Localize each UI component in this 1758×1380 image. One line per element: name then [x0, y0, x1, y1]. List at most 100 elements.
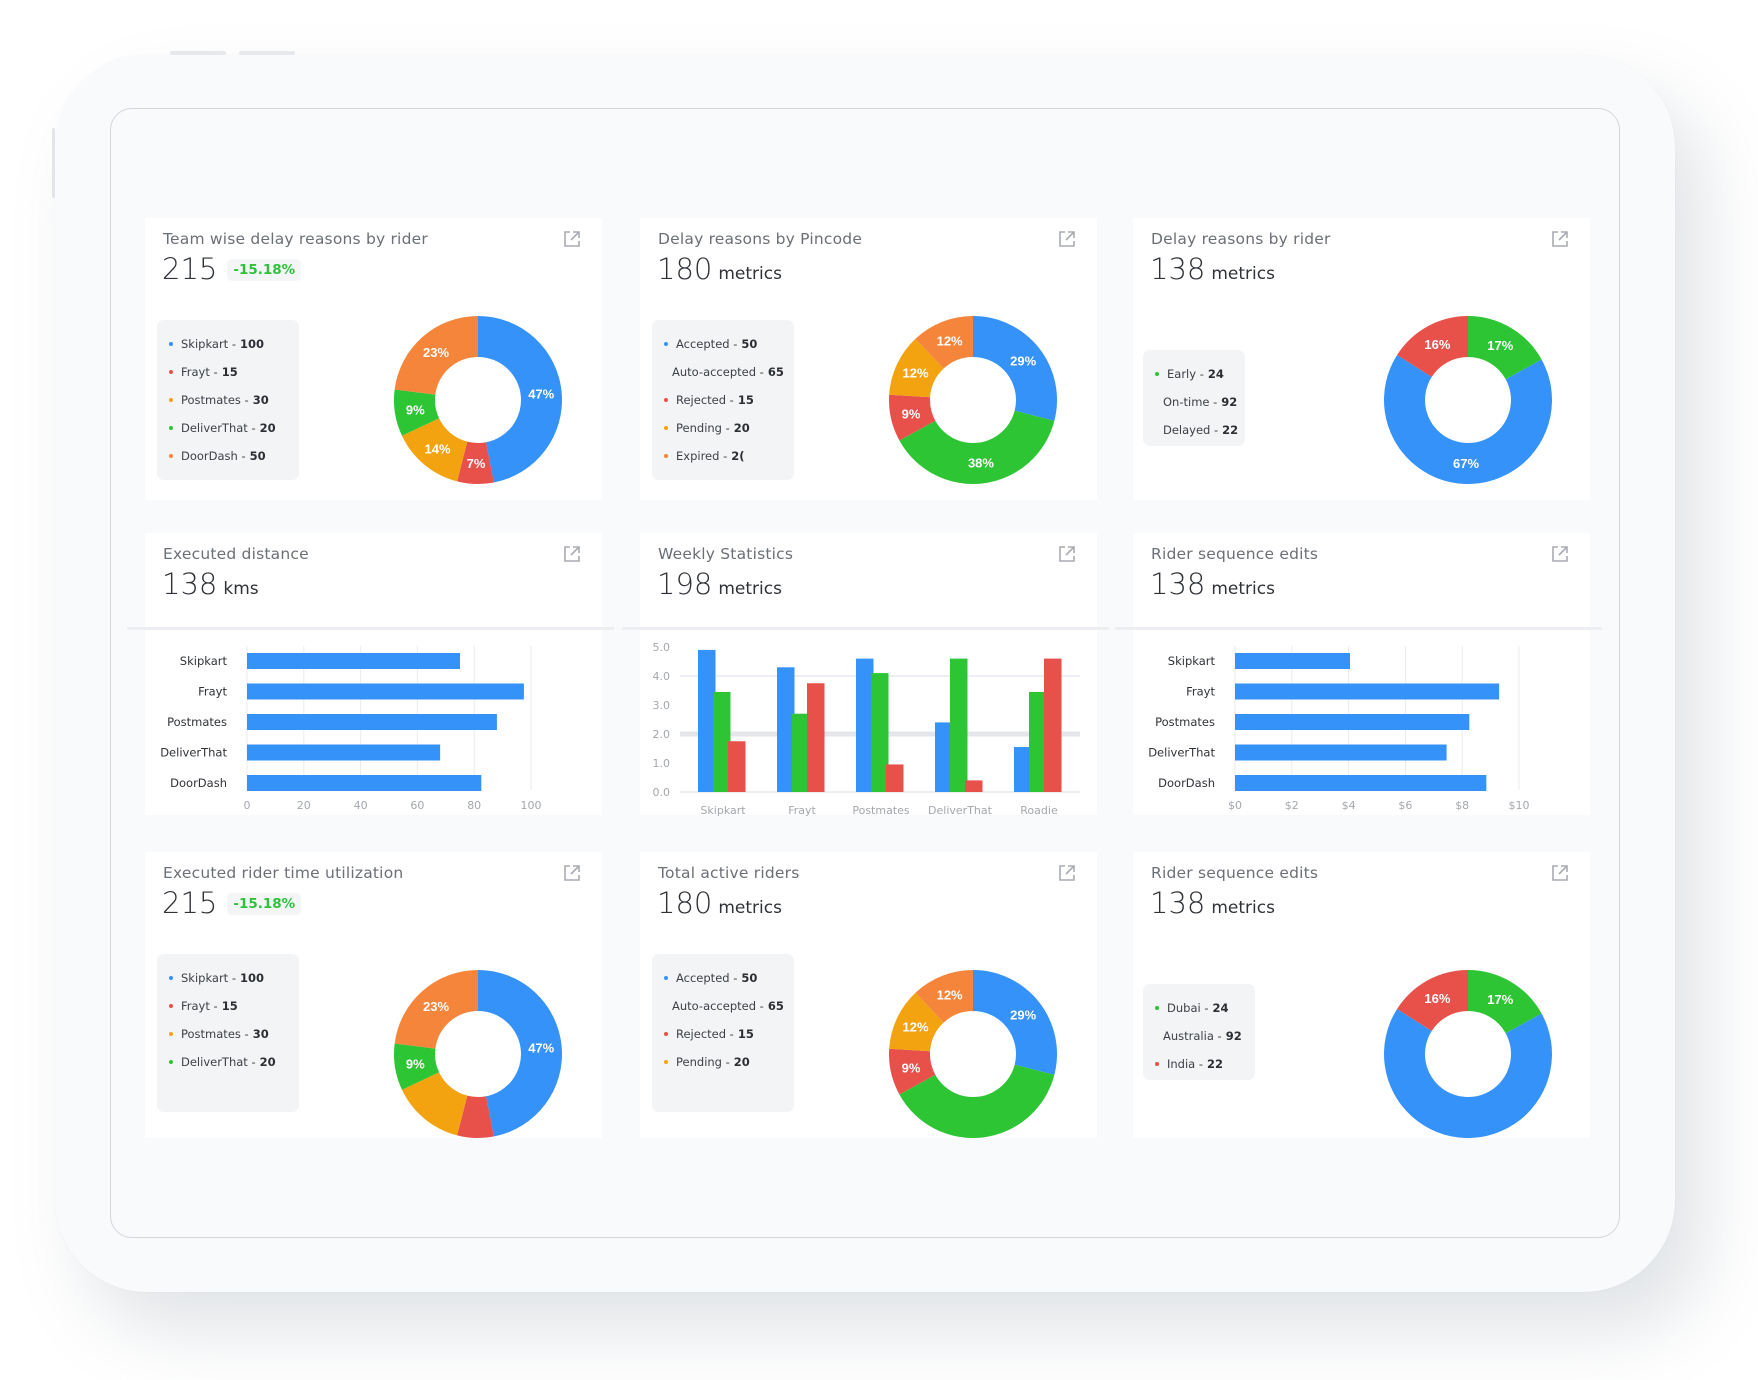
y-category-label: Skipkart: [180, 654, 228, 668]
metric-value: 138: [162, 567, 218, 601]
slice-percent-label: 17%: [1487, 992, 1513, 1007]
legend-dot-icon: [664, 426, 668, 430]
legend-label: Expired -: [676, 449, 728, 463]
power-button: [52, 128, 55, 198]
legend-dot-icon: [664, 398, 668, 402]
legend-value: 100: [240, 971, 265, 985]
legend-item: India - 22: [1155, 1050, 1241, 1078]
slice-percent-label: 29%: [1010, 1008, 1036, 1023]
external-link-icon[interactable]: [562, 229, 582, 249]
legend-item: Rejected - 15: [664, 386, 780, 414]
legend-value: 15: [737, 1027, 754, 1041]
card-title: Team wise delay reasons by rider: [163, 230, 428, 248]
legend-value: 20: [733, 421, 750, 435]
bar-skipkart-series-3: [728, 741, 746, 792]
legend-dot-icon: [169, 370, 173, 374]
card-title: Executed distance: [163, 545, 309, 563]
legend-label: DoorDash -: [181, 449, 246, 463]
card-metric: 138 metrics: [1150, 567, 1275, 601]
bar-deliverthat-series-1: [935, 722, 953, 792]
legend-value: 22: [1222, 423, 1239, 437]
metric-unit: metrics: [718, 579, 782, 599]
card-title: Delay reasons by rider: [1151, 230, 1331, 248]
legend-item: Accepted - 50: [664, 330, 780, 358]
legend-dot-icon: [169, 342, 173, 346]
legend-value: 92: [1225, 1029, 1242, 1043]
legend-item: Pending - 20: [664, 414, 780, 442]
legend-label: Skipkart -: [181, 971, 237, 985]
y-tick-label: 5.0: [653, 641, 671, 654]
dashboard-card: Total active riders 180 metrics Accepted - …: [640, 852, 1097, 1138]
slice-percent-label: 12%: [903, 1019, 929, 1034]
external-link-icon[interactable]: [1057, 229, 1077, 249]
legend-value: 2(: [731, 449, 745, 463]
slice-percent-label: 23%: [423, 999, 449, 1014]
slice-percent-label: 14%: [425, 441, 451, 456]
y-category-label: Postmates: [1155, 715, 1215, 729]
legend-item: Postmates - 30: [169, 1020, 285, 1048]
chart-legend: Dubai - 24 Australia - 92 India - 22: [1143, 984, 1255, 1080]
card-metric: 138 metrics: [1150, 886, 1275, 920]
external-link-icon[interactable]: [1550, 863, 1570, 883]
metric-value: 198: [657, 567, 713, 601]
external-link-icon[interactable]: [1550, 544, 1570, 564]
chart-legend: Accepted - 50 Auto-accepted - 65 Rejected …: [652, 320, 794, 480]
external-link-icon[interactable]: [562, 863, 582, 883]
legend-item: Delayed - 22: [1155, 416, 1238, 444]
x-tick-label: $0: [1228, 799, 1242, 812]
legend-item: Skipkart - 100: [169, 964, 285, 992]
change-badge: -15.18%: [227, 259, 302, 281]
y-category-label: Frayt: [1186, 685, 1215, 699]
grouped-bar-chart: 0.0 1.0 2.0 3.0 4.0 5.0 Skipkart Frayt Postmates…: [653, 641, 1080, 817]
legend-dot-icon: [664, 342, 668, 346]
external-link-icon[interactable]: [1550, 229, 1570, 249]
y-category-label: Skipkart: [1168, 654, 1216, 668]
donut-chart: 47% 9% 23%: [394, 970, 563, 1138]
card-title: Rider sequence edits: [1151, 545, 1319, 563]
legend-item: Dubai - 24: [1155, 994, 1241, 1022]
external-link-icon[interactable]: [1057, 863, 1077, 883]
metric-value: 215: [162, 886, 218, 920]
slice-percent-label: 9%: [902, 1060, 921, 1075]
bar-skipkart: [247, 653, 460, 669]
y-category-label: Frayt: [198, 685, 227, 699]
y-category-label: DoorDash: [170, 776, 227, 790]
external-link-icon[interactable]: [562, 544, 582, 564]
x-tick-label: $10: [1509, 799, 1530, 812]
metric-unit: metrics: [718, 898, 782, 918]
card-title: Executed rider time utilization: [163, 864, 404, 882]
bar-postmates-series-2: [871, 673, 889, 792]
donut-chart: 17% 16%: [1384, 970, 1552, 1138]
legend-label: Auto-accepted -: [672, 999, 764, 1013]
dashboard-card: Executed distance 138 kms 0 20 40 60 80 100 Skipk…: [127, 533, 614, 815]
legend-item: DeliverThat - 20: [169, 414, 285, 442]
bar-skipkart: [1235, 653, 1351, 669]
legend-label: Dubai -: [1167, 1001, 1209, 1015]
metric-value: 138: [1150, 886, 1206, 920]
legend-label: DeliverThat -: [181, 1055, 256, 1069]
legend-value: 20: [259, 1055, 276, 1069]
legend-item: Frayt - 15: [169, 358, 285, 386]
legend-dot-icon: [664, 454, 668, 458]
legend-value: 20: [733, 1055, 750, 1069]
slice-percent-label: 7%: [467, 456, 486, 471]
bar-frayt-series-1: [777, 667, 795, 792]
legend-label: On-time -: [1163, 395, 1218, 409]
legend-item: DeliverThat - 20: [169, 1048, 285, 1076]
slice-percent-label: 29%: [1010, 354, 1036, 369]
bar-postmates-series-3: [886, 764, 904, 792]
y-tick-label: 4.0: [653, 670, 671, 683]
legend-dot-icon: [1155, 1006, 1159, 1010]
slice-percent-label: 12%: [903, 365, 929, 380]
legend-label: Auto-accepted -: [672, 365, 764, 379]
legend-dot-icon: [169, 426, 173, 430]
dashboard-card: Executed rider time utilization 215 -15.18…: [145, 852, 602, 1138]
card-title: Rider sequence edits: [1151, 864, 1319, 882]
donut-chart: 17% 67% 16%: [1384, 316, 1552, 484]
legend-value: 15: [221, 365, 238, 379]
x-category-label: DeliverThat: [928, 804, 993, 817]
dashboard-card: Rider sequence edits 138 metrics Dubai - 24…: [1133, 852, 1590, 1138]
legend-label: Frayt -: [181, 999, 218, 1013]
slice-percent-label: 9%: [406, 402, 425, 417]
external-link-icon[interactable]: [1057, 544, 1077, 564]
